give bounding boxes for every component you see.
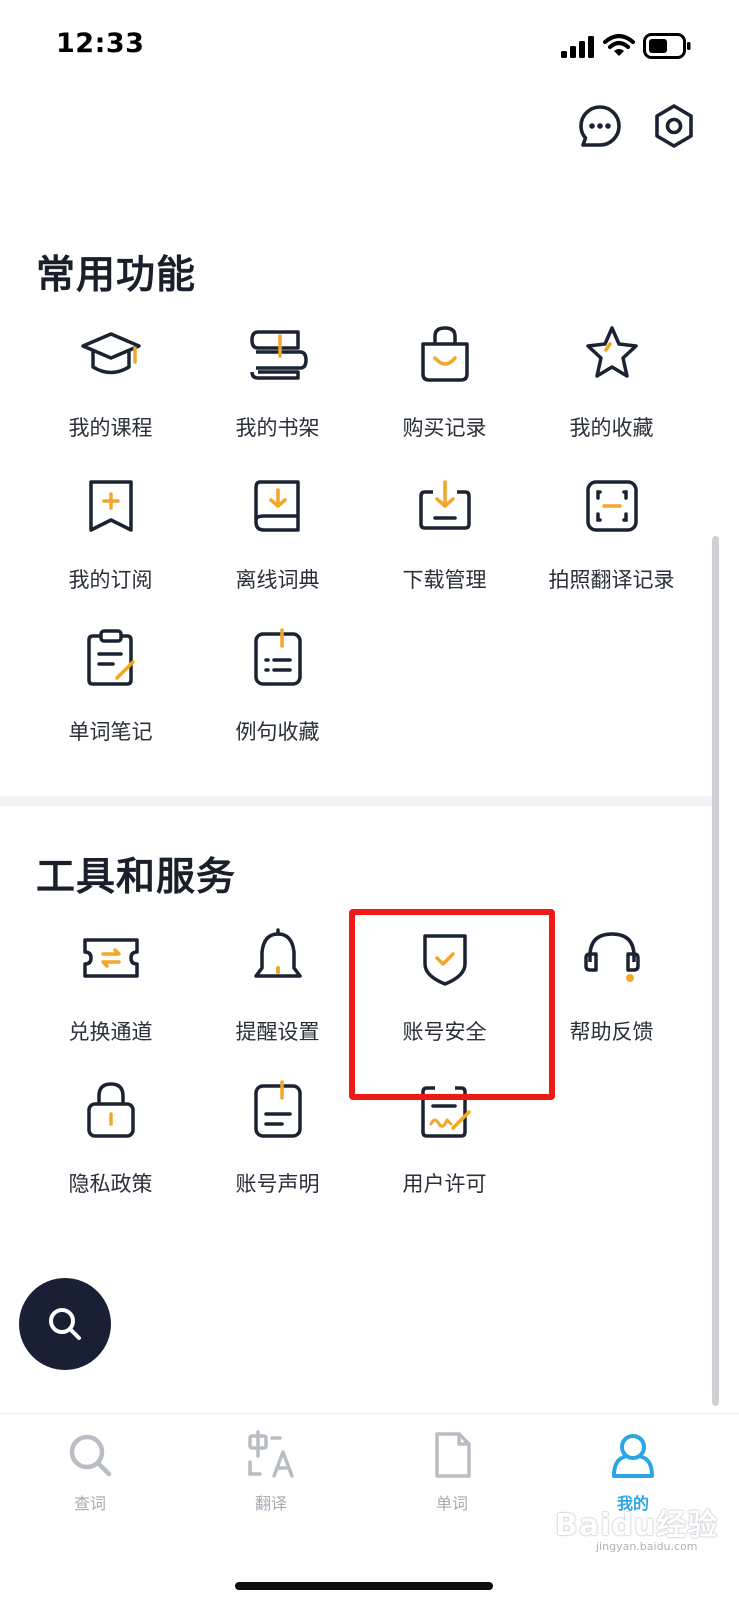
- grid-item-label: 我的书架: [235, 416, 320, 440]
- settings-hexagon-icon: [655, 104, 693, 148]
- tab-words[interactable]: 单词: [382, 1424, 522, 1524]
- download-tray-icon: [418, 480, 471, 530]
- document-icon: [253, 1080, 302, 1138]
- watermark-logo: Baidu经验: [555, 1508, 719, 1543]
- grid-item-label: 拍照翻译记录: [548, 568, 675, 592]
- grid-item-offline-dictionary[interactable]: 离线词典: [194, 474, 361, 614]
- tab-label: 翻译: [254, 1494, 287, 1513]
- grid-item-download-manager[interactable]: 下载管理: [361, 474, 528, 614]
- search-icon: [69, 1434, 112, 1477]
- settings-button[interactable]: [650, 102, 698, 150]
- word-file-icon: [435, 1432, 471, 1478]
- grid-item-label: 我的收藏: [569, 416, 654, 440]
- search-icon: [49, 1308, 81, 1340]
- ticket-exchange-icon: [82, 938, 139, 978]
- grid-item-label: 下载管理: [402, 568, 487, 592]
- scan-frame-icon: [585, 480, 638, 532]
- watermark-url: jingyan.baidu.com: [596, 1540, 698, 1553]
- grid-item-label: 我的订阅: [68, 568, 153, 592]
- shopping-bag-icon: [420, 326, 469, 382]
- grid-item-account-statement[interactable]: 账号声明: [194, 1078, 361, 1218]
- grid-item-label: 我的课程: [68, 416, 153, 440]
- grid-item-label: 单词笔记: [68, 720, 153, 744]
- offline-dictionary-icon: [253, 480, 300, 532]
- scrollbar[interactable]: [712, 536, 719, 1406]
- status-bar: 12:33: [0, 0, 739, 90]
- tools-section-title: 工具和服务: [36, 855, 237, 900]
- home-indicator: [235, 1582, 493, 1590]
- grid-item-label: 兑换通道: [68, 1020, 153, 1044]
- grid-item-label: 用户许可: [402, 1172, 487, 1196]
- bell-icon: [253, 928, 302, 978]
- graduation-cap-icon: [80, 332, 141, 375]
- headset-icon: [583, 932, 640, 982]
- wifi-icon: [603, 34, 635, 56]
- grid-item-redeem-channel[interactable]: 兑换通道: [27, 926, 194, 1066]
- grid-item-my-courses[interactable]: 我的课程: [27, 322, 194, 462]
- lock-icon: [86, 1082, 135, 1138]
- grid-item-my-subscriptions[interactable]: 我的订阅: [27, 474, 194, 614]
- grid-item-privacy-policy[interactable]: 隐私政策: [27, 1078, 194, 1218]
- common-section-title: 常用功能: [36, 253, 197, 298]
- translate-icon: [248, 1430, 294, 1478]
- cellular-signal-icon: [561, 36, 594, 58]
- highlight-annotation: [349, 909, 555, 1100]
- status-time: 12:33: [56, 28, 145, 59]
- bookshelf-icon: [249, 330, 308, 380]
- subscription-bookmark-icon: [88, 480, 133, 532]
- note-clipboard-icon: [86, 629, 135, 686]
- sentence-list-icon: [253, 628, 302, 686]
- tab-translate[interactable]: 翻译: [201, 1424, 341, 1524]
- tab-label: 查词: [73, 1494, 106, 1513]
- grid-item-photo-translate-history[interactable]: 拍照翻译记录: [528, 474, 695, 614]
- grid-item-purchase-history[interactable]: 购买记录: [361, 322, 528, 462]
- grid-item-reminder-settings[interactable]: 提醒设置: [194, 926, 361, 1066]
- grid-item-label: 购买记录: [402, 416, 487, 440]
- chat-bubble-icon: [579, 105, 621, 147]
- tab-lookup[interactable]: 查词: [20, 1424, 160, 1524]
- grid-item-word-notes[interactable]: 单词笔记: [27, 626, 194, 766]
- top-actions: [0, 102, 739, 158]
- tab-label: 单词: [435, 1494, 468, 1513]
- grid-item-my-favorites[interactable]: 我的收藏: [528, 322, 695, 462]
- grid-item-sentence-favorites[interactable]: 例句收藏: [194, 626, 361, 766]
- floating-search-button[interactable]: [19, 1278, 111, 1370]
- grid-item-my-bookshelf[interactable]: 我的书架: [194, 322, 361, 462]
- section-divider: [0, 796, 713, 806]
- star-icon: [585, 326, 638, 378]
- grid-item-label: 隐私政策: [68, 1172, 153, 1196]
- grid-item-label: 例句收藏: [235, 720, 320, 744]
- message-button[interactable]: [576, 102, 624, 150]
- grid-item-label: 提醒设置: [235, 1020, 320, 1044]
- grid-item-label: 账号声明: [235, 1172, 320, 1196]
- grid-item-label: 离线词典: [235, 568, 320, 592]
- battery-icon: [643, 33, 691, 59]
- user-icon: [612, 1434, 654, 1478]
